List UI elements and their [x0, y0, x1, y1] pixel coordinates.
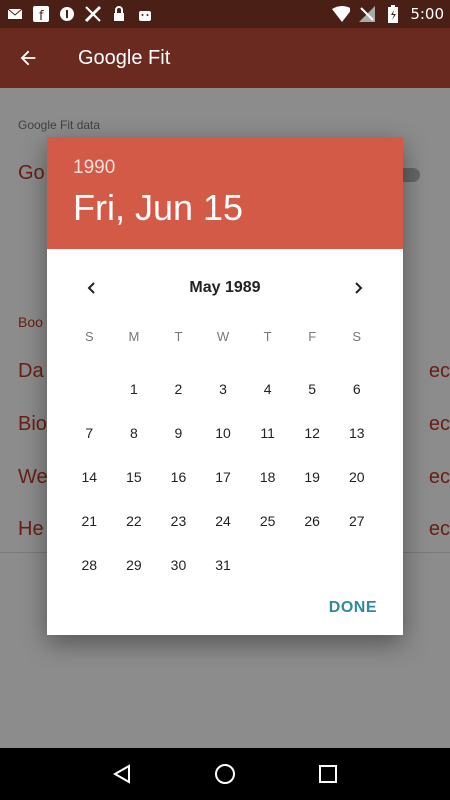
weekday-label: T	[263, 329, 272, 344]
wifi-icon	[332, 5, 351, 23]
day-cell[interactable]: 20	[334, 469, 379, 485]
header-date[interactable]: Fri, Jun 15	[73, 187, 243, 229]
day-cell[interactable]: 6	[334, 381, 379, 397]
chevron-left-icon[interactable]	[79, 275, 105, 301]
day-cell[interactable]: 16	[156, 469, 201, 485]
facebook-icon: f	[32, 5, 50, 23]
day-cell[interactable]: 2	[156, 381, 201, 397]
lock-icon	[110, 5, 128, 23]
week-row: 21 22 23 24 25 26 27	[67, 499, 379, 543]
day-cell[interactable]: 21	[67, 513, 112, 529]
month-label: May 1989	[189, 279, 261, 296]
status-bar: f 5:00	[0, 0, 450, 28]
nav-recents-icon[interactable]	[313, 759, 343, 789]
app-title: Google Fit	[78, 46, 171, 69]
day-cell[interactable]: 23	[156, 513, 201, 529]
day-cell[interactable]: 24	[201, 513, 246, 529]
day-cell[interactable]: 12	[290, 425, 335, 441]
week-row: 28 29 30 31	[67, 543, 379, 587]
weekday-label: S	[84, 329, 94, 344]
weekday-label: M	[128, 329, 140, 344]
date-picker-header: 1990 Fri, Jun 15	[47, 137, 403, 249]
day-cell[interactable]: 8	[112, 425, 157, 441]
month-navigation: May 1989	[47, 275, 403, 301]
day-cell[interactable]: 31	[201, 557, 246, 573]
day-cell[interactable]: 13	[334, 425, 379, 441]
done-button[interactable]: DONE	[329, 599, 377, 617]
day-cell[interactable]: 11	[245, 425, 290, 441]
app-bar: Google Fit	[0, 28, 450, 88]
day-cell[interactable]: 29	[112, 557, 157, 573]
day-cell[interactable]: 18	[245, 469, 290, 485]
day-cell[interactable]: 10	[201, 425, 246, 441]
nav-back-icon[interactable]	[107, 759, 137, 789]
day-grid: 1 2 3 4 5 6 7 8 9 10 11 12 13 14 15 16 1…	[67, 367, 379, 587]
tools-icon	[84, 5, 102, 23]
weekday-header: S M T W T F S	[67, 329, 379, 344]
day-cell[interactable]: 4	[245, 381, 290, 397]
clock: 5:00	[410, 5, 444, 23]
week-row: 1 2 3 4 5 6	[67, 367, 379, 411]
weekday-label: F	[308, 329, 317, 344]
day-cell[interactable]: 1	[112, 381, 157, 397]
day-cell[interactable]: 25	[245, 513, 290, 529]
mail-icon	[6, 5, 24, 23]
day-cell[interactable]: 9	[156, 425, 201, 441]
day-cell[interactable]: 17	[201, 469, 246, 485]
weekday-label: T	[174, 329, 183, 344]
no-signal-icon	[358, 5, 376, 23]
android-icon	[136, 5, 154, 23]
chevron-right-icon[interactable]	[345, 275, 371, 301]
system-navigation-bar	[0, 748, 450, 800]
back-arrow-icon[interactable]	[0, 28, 56, 88]
week-row: 7 8 9 10 11 12 13	[67, 411, 379, 455]
day-cell[interactable]: 30	[156, 557, 201, 573]
week-row: 14 15 16 17 18 19 20	[67, 455, 379, 499]
day-cell[interactable]: 3	[201, 381, 246, 397]
weekday-label: W	[216, 329, 230, 344]
day-cell[interactable]: 19	[290, 469, 335, 485]
date-picker-dialog: 1990 Fri, Jun 15 May 1989 S M T W T F S	[47, 137, 403, 635]
day-cell[interactable]: 26	[290, 513, 335, 529]
day-cell[interactable]: 14	[67, 469, 112, 485]
day-cell[interactable]: 27	[334, 513, 379, 529]
screen: f 5:00 Google Fit Google Fit data Go Boo…	[0, 0, 450, 800]
info-icon	[58, 5, 76, 23]
day-cell[interactable]: 5	[290, 381, 335, 397]
day-cell[interactable]: 7	[67, 425, 112, 441]
svg-text:f: f	[39, 9, 44, 22]
nav-home-icon[interactable]	[210, 759, 240, 789]
calendar: May 1989 S M T W T F S 1 2 3 4 5 6 7 8 9…	[47, 249, 403, 635]
weekday-label: S	[352, 329, 362, 344]
header-year[interactable]: 1990	[73, 157, 115, 179]
day-cell[interactable]: 22	[112, 513, 157, 529]
battery-icon	[384, 5, 402, 23]
day-cell[interactable]: 15	[112, 469, 157, 485]
day-cell[interactable]: 28	[67, 557, 112, 573]
